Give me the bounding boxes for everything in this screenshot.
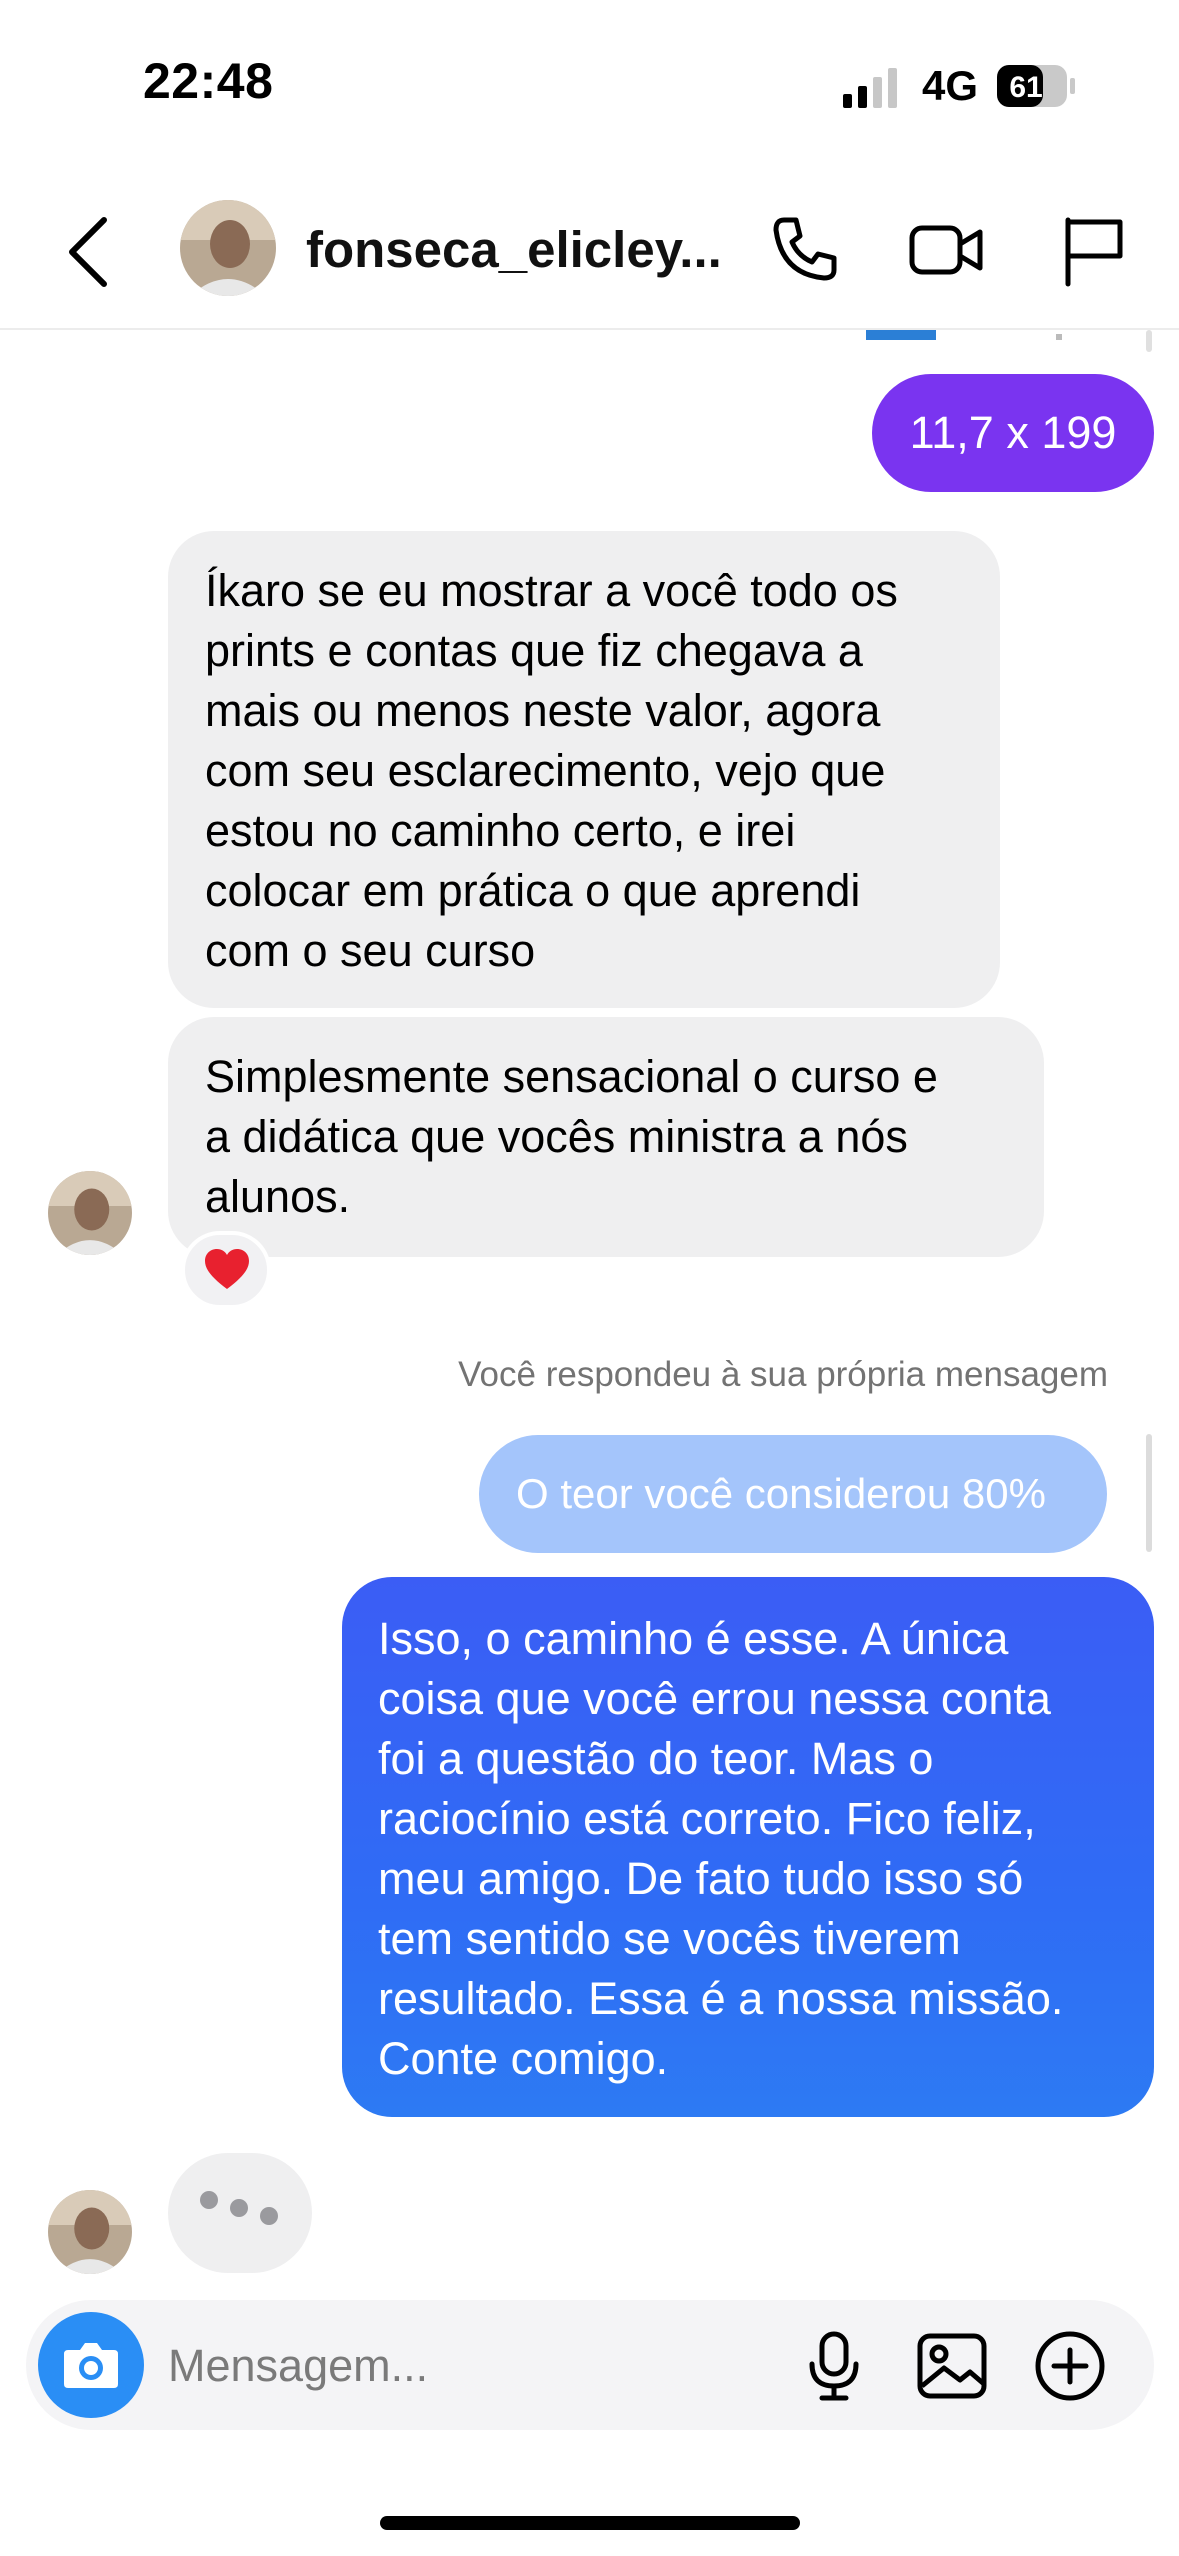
battery-level: 61 xyxy=(1009,71,1042,104)
message-text: 11,7 x 199 xyxy=(909,407,1117,458)
quoted-message-text: O teor você considerou 80% xyxy=(516,1470,1046,1517)
message-line: colocar em prática o que aprendi xyxy=(205,865,861,916)
message-input[interactable] xyxy=(168,2336,788,2396)
message-line: tem sentido se vocês tiverem xyxy=(378,1913,961,1964)
cellular-signal-icon xyxy=(843,68,897,108)
phone-icon[interactable] xyxy=(764,210,844,290)
status-time: 22:48 xyxy=(143,53,274,109)
chat-header: fonseca_elicley... xyxy=(0,170,1179,330)
red-heart-icon xyxy=(205,1249,249,1289)
quoted-message[interactable]: O teor você considerou 80% xyxy=(479,1435,1107,1553)
sender-avatar[interactable] xyxy=(48,1171,132,1255)
plus-circle-icon[interactable] xyxy=(1032,2328,1108,2404)
previous-image-edge-dot xyxy=(1056,334,1062,340)
message-line: a didática que vocês ministra a nós xyxy=(205,1111,908,1162)
message-line: alunos. xyxy=(205,1171,351,1222)
flag-icon[interactable] xyxy=(1054,210,1134,290)
message-outgoing[interactable]: 11,7 x 199 xyxy=(872,374,1154,492)
message-line: Simplesmente sensacional o curso e xyxy=(205,1051,938,1102)
message-line: com seu esclarecimento, vejo que xyxy=(205,745,886,796)
reaction-badge[interactable] xyxy=(181,1231,271,1309)
message-line: raciocínio está correto. Fico feliz, xyxy=(378,1793,1036,1844)
contact-username[interactable]: fonseca_elicley... xyxy=(306,220,722,279)
home-indicator[interactable] xyxy=(380,2516,800,2530)
message-outgoing[interactable]: Isso, o caminho é esse. A única coisa qu… xyxy=(342,1577,1154,2117)
typing-dot xyxy=(260,2207,278,2225)
scroll-indicator xyxy=(1146,330,1152,352)
message-line: meu amigo. De fato tudo isso só xyxy=(378,1853,1024,1904)
sender-avatar[interactable] xyxy=(48,2190,132,2274)
message-incoming[interactable]: Simplesmente sensacional o curso e a did… xyxy=(168,1017,1044,1257)
message-line: Íkaro se eu mostrar a você todo os xyxy=(205,565,898,616)
scroll-indicator xyxy=(1146,1434,1152,1552)
network-type: 4G xyxy=(922,62,979,109)
message-line: Isso, o caminho é esse. A única xyxy=(378,1613,1009,1664)
message-line: estou no caminho certo, e irei xyxy=(205,805,796,856)
battery-icon: 61 xyxy=(997,65,1075,107)
message-line: Conte comigo. xyxy=(378,2033,669,2084)
contact-avatar[interactable] xyxy=(180,200,276,296)
image-icon[interactable] xyxy=(914,2328,990,2404)
microphone-icon[interactable] xyxy=(796,2328,872,2404)
message-line: prints e contas que fiz chegava a xyxy=(205,625,863,676)
message-line: mais ou menos neste valor, agora xyxy=(205,685,881,736)
message-line: coisa que você errou nessa conta xyxy=(378,1673,1051,1724)
message-incoming[interactable]: Íkaro se eu mostrar a você todo os print… xyxy=(168,531,1000,1008)
previous-image-edge xyxy=(866,330,936,340)
message-line: com o seu curso xyxy=(205,925,536,976)
typing-dot xyxy=(230,2199,248,2217)
message-line: resultado. Essa é a nossa missão. xyxy=(378,1973,1064,2024)
video-camera-icon[interactable] xyxy=(906,210,986,290)
typing-dot xyxy=(200,2191,218,2209)
typing-indicator xyxy=(168,2153,312,2273)
chevron-left-icon[interactable] xyxy=(64,212,114,292)
camera-icon xyxy=(64,2343,118,2388)
reply-note: Você respondeu à sua própria mensagem xyxy=(458,1355,1108,1394)
camera-button[interactable] xyxy=(38,2312,144,2418)
message-composer xyxy=(26,2300,1154,2430)
message-line: foi a questão do teor. Mas o xyxy=(378,1733,934,1784)
